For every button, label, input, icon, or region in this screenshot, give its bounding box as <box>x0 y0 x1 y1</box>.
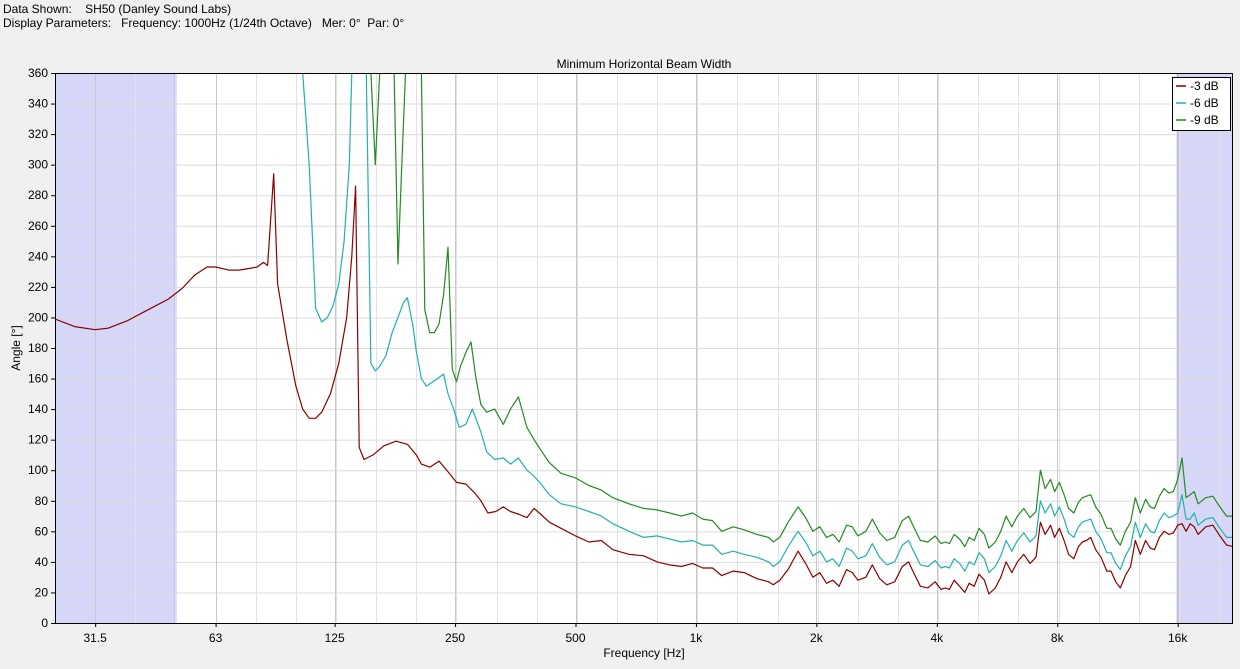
y-tick-label: 20 <box>35 585 49 599</box>
legend-label: -3 dB <box>1190 79 1219 93</box>
legend: -3 dB -6 dB -9 dB <box>1172 77 1231 131</box>
x-tick-label: 500 <box>565 631 585 645</box>
legend-label: -6 dB <box>1190 96 1219 110</box>
x-tick-label: 8k <box>1051 631 1065 645</box>
y-tick-label: 260 <box>28 219 48 233</box>
y-tick-label: 320 <box>28 127 48 141</box>
beam-width-chart: 0 20 40 60 80 100 120 140 160 180 200 220 240 260 280 3… <box>9 57 1233 660</box>
x-tick-label: 31.5 <box>83 631 107 645</box>
x-tick-label: 2k <box>810 631 824 645</box>
y-tick-label: 300 <box>28 158 48 172</box>
y-tick-label: 360 <box>28 66 48 80</box>
y-tick-label: 40 <box>35 555 49 569</box>
y-tick-label: 80 <box>35 494 49 508</box>
y-tick-label: 180 <box>28 341 48 355</box>
y-tick-label: 100 <box>28 463 48 477</box>
y-tick-label: 280 <box>28 188 48 202</box>
x-axis-label: Frequency [Hz] <box>603 646 684 660</box>
chart-title: Minimum Horizontal Beam Width <box>557 57 732 71</box>
y-tick-label: 140 <box>28 402 48 416</box>
x-tick-label: 63 <box>209 631 223 645</box>
y-tick-label: 120 <box>28 433 48 447</box>
y-tick-labels: 0 20 40 60 80 100 120 140 160 180 200 220 240 260 280 3… <box>28 66 55 630</box>
y-axis-label: Angle [°] <box>9 325 23 371</box>
y-tick-label: 0 <box>41 616 48 630</box>
x-tick-label: 250 <box>445 631 465 645</box>
y-tick-label: 200 <box>28 310 48 324</box>
y-tick-label: 340 <box>28 97 48 111</box>
y-tick-label: 240 <box>28 249 48 263</box>
y-tick-label: 160 <box>28 372 48 386</box>
legend-label: -9 dB <box>1190 113 1219 127</box>
x-tick-label: 1k <box>690 631 704 645</box>
y-tick-label: 220 <box>28 280 48 294</box>
x-tick-label: 125 <box>325 631 345 645</box>
y-tick-label: 60 <box>35 524 49 538</box>
x-tick-labels: 31.5 63 125 250 500 1k 2k 4k 8k 16k <box>83 623 1188 645</box>
x-tick-label: 4k <box>930 631 944 645</box>
x-tick-label: 16k <box>1168 631 1188 645</box>
